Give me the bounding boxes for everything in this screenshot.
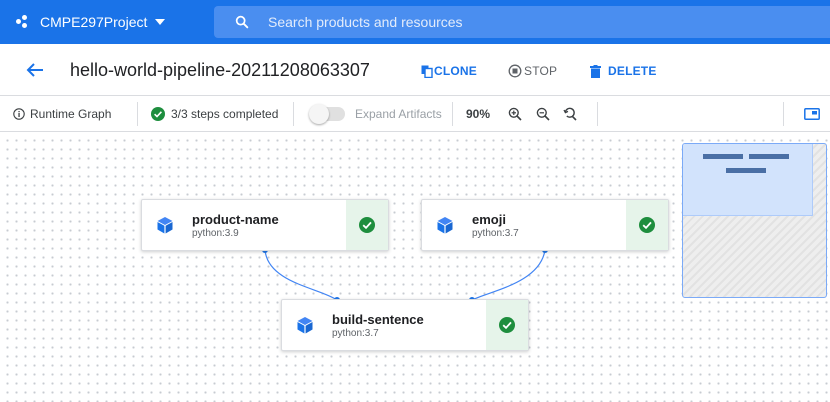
node-image: python:3.7 — [332, 328, 379, 339]
stop-label: STOP — [524, 64, 558, 78]
expand-artifacts-label: Expand Artifacts — [355, 107, 442, 121]
zoom-level: 90% — [466, 107, 491, 121]
check-circle-icon — [151, 107, 165, 121]
check-circle-icon — [499, 317, 515, 333]
toolbar-divider — [597, 102, 598, 126]
runtime-graph-label: Runtime Graph — [30, 107, 112, 121]
top-app-bar: CMPE297Project — [0, 0, 830, 44]
minimap-node — [726, 168, 766, 173]
check-circle-icon — [639, 217, 655, 233]
toolbar-divider — [137, 102, 138, 126]
search-bar[interactable] — [214, 6, 830, 38]
node-name: product-name — [192, 212, 279, 227]
minimap-icon — [804, 108, 820, 120]
toolbar-divider — [452, 102, 453, 126]
pipeline-node-product-name[interactable]: product-name python:3.9 — [141, 199, 389, 251]
search-input[interactable] — [268, 14, 668, 30]
node-name: emoji — [472, 212, 506, 227]
search-icon — [235, 15, 249, 29]
copy-icon — [421, 65, 433, 78]
delete-button[interactable]: DELETE — [590, 64, 657, 78]
delete-label: DELETE — [608, 64, 657, 78]
zoom-in-button[interactable] — [508, 96, 522, 132]
toggle-switch[interactable] — [309, 104, 345, 124]
cube-icon — [297, 317, 313, 334]
zoom-in-icon — [508, 107, 522, 121]
steps-status-label: 3/3 steps completed — [171, 107, 279, 121]
pipeline-node-emoji[interactable]: emoji python:3.7 — [421, 199, 669, 251]
page-header: hello-world-pipeline-20211208063307 CLON… — [0, 44, 830, 96]
cube-icon — [437, 217, 453, 234]
back-arrow-icon[interactable] — [26, 62, 44, 78]
node-status-success — [626, 200, 668, 250]
runtime-graph-tab[interactable]: Runtime Graph — [13, 96, 111, 132]
node-image: python:3.7 — [472, 228, 519, 239]
project-selector[interactable]: CMPE297Project — [16, 12, 166, 32]
minimap-node — [749, 154, 789, 159]
graph-minimap[interactable] — [682, 143, 827, 298]
project-dots-icon — [16, 15, 32, 29]
minimap-toggle-button[interactable] — [804, 96, 820, 132]
zoom-reset-icon — [563, 107, 577, 121]
node-name: build-sentence — [332, 312, 424, 327]
minimap-node — [703, 154, 743, 159]
steps-status: 3/3 steps completed — [151, 96, 278, 132]
stop-circle-icon — [508, 64, 522, 78]
clone-button[interactable]: CLONE — [421, 64, 477, 78]
clone-label: CLONE — [434, 64, 477, 78]
zoom-out-button[interactable] — [536, 96, 550, 132]
trash-icon — [590, 64, 601, 78]
node-image: python:3.9 — [192, 228, 239, 239]
pipeline-graph-canvas[interactable]: product-name python:3.9 emoji python:3.7 — [0, 133, 830, 402]
graph-toolbar: Runtime Graph 3/3 steps completed Expand… — [0, 96, 830, 132]
stop-button[interactable]: STOP — [508, 64, 557, 78]
node-status-success — [346, 200, 388, 250]
cube-icon — [157, 217, 173, 234]
reset-zoom-button[interactable] — [563, 96, 577, 132]
edge-product-name-to-build-sentence — [264, 249, 338, 301]
pipeline-node-build-sentence[interactable]: build-sentence python:3.7 — [281, 299, 529, 351]
zoom-out-icon — [536, 107, 550, 121]
chevron-down-icon — [155, 19, 166, 25]
edge-emoji-to-build-sentence — [471, 249, 546, 301]
toolbar-divider — [293, 102, 294, 126]
node-status-success — [486, 300, 528, 350]
check-circle-icon — [359, 217, 375, 233]
project-name: CMPE297Project — [40, 14, 148, 30]
toolbar-divider — [783, 102, 784, 126]
expand-artifacts-toggle[interactable]: Expand Artifacts — [309, 96, 442, 132]
page-title: hello-world-pipeline-20211208063307 — [70, 60, 370, 80]
info-icon — [13, 108, 25, 120]
